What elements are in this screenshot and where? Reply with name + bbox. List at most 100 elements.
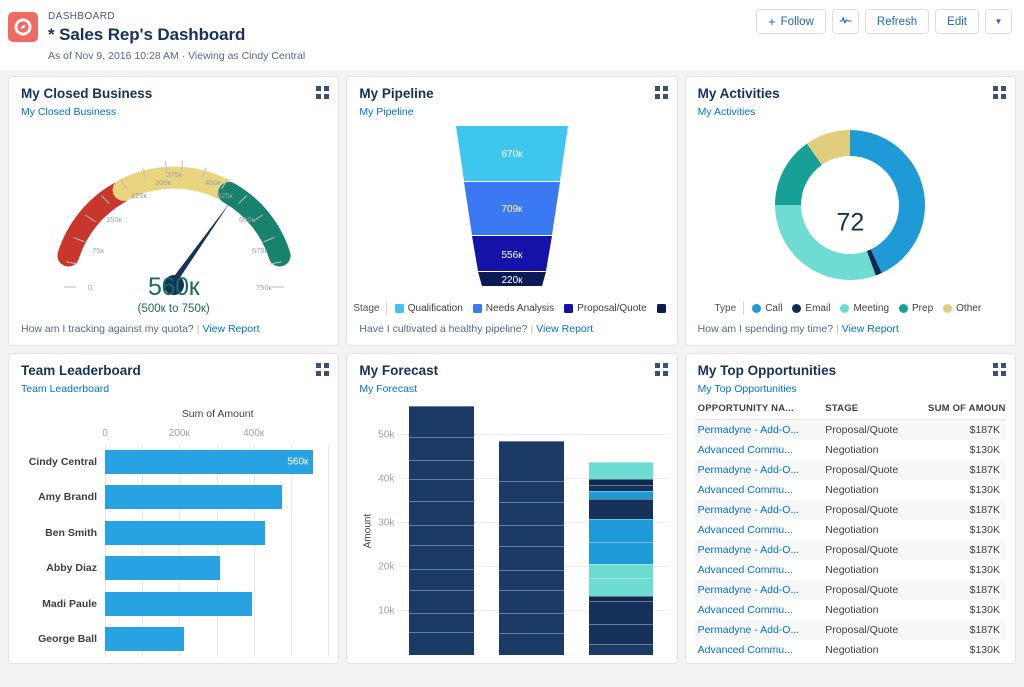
expand-icon[interactable]: [993, 363, 1006, 376]
expand-icon[interactable]: [993, 86, 1006, 99]
column-header-sum-of-amount[interactable]: SUM OF AMOUNT: [925, 398, 1006, 420]
table-row[interactable]: Advanced Commu...Negotiation$130K: [695, 560, 1006, 580]
opportunity-link[interactable]: Advanced Commu...: [698, 444, 793, 456]
view-report-link[interactable]: View Report: [202, 323, 259, 335]
card-subtitle[interactable]: My Activities: [698, 104, 1003, 121]
forecast-bar-segment[interactable]: [589, 596, 654, 601]
opportunities-table-scroll[interactable]: OPPORTUNITY NA... STAGE SUM OF AMOUNT Pe…: [686, 398, 1015, 663]
forecast-bar-segment[interactable]: [409, 437, 474, 460]
leaderboard-bar[interactable]: [105, 485, 282, 509]
leaderboard-bar[interactable]: [105, 592, 252, 616]
table-row[interactable]: Advanced Commu...Negotiation$130K: [695, 640, 1006, 660]
view-report-link[interactable]: View Report: [842, 323, 899, 335]
forecast-bar-segment[interactable]: [409, 406, 474, 436]
forecast-bar-segment[interactable]: [589, 485, 654, 492]
table-row[interactable]: Permadyne - Add-O...Proposal/Quote$187K: [695, 540, 1006, 560]
opportunity-link[interactable]: Permadyne - Add-O...: [698, 584, 800, 596]
forecast-bar-segment[interactable]: [409, 613, 474, 632]
forecast-bar-segment[interactable]: [589, 644, 654, 655]
leaderboard-bar[interactable]: 560к: [105, 450, 313, 474]
more-actions-button[interactable]: ▼: [985, 9, 1012, 34]
card-subtitle[interactable]: My Closed Business: [21, 104, 326, 121]
table-row[interactable]: Permadyne - Add-O...Proposal/Quote$187K: [695, 460, 1006, 480]
forecast-bar-segment[interactable]: [499, 502, 564, 525]
forecast-bar-segment[interactable]: [499, 441, 564, 480]
opportunity-link[interactable]: Advanced Commu...: [698, 484, 793, 496]
forecast-bar-segment[interactable]: [499, 590, 564, 612]
forecast-bar-segment[interactable]: [499, 481, 564, 503]
forecast-bar-segment[interactable]: [499, 525, 564, 546]
edit-button[interactable]: Edit: [935, 9, 979, 34]
table-row[interactable]: Advanced Commu...Negotiation$130K: [695, 520, 1006, 540]
opportunity-link[interactable]: Permadyne - Add-O...: [698, 424, 800, 436]
forecast-bar-segment[interactable]: [589, 499, 654, 519]
forecast-bar-segment[interactable]: [499, 633, 564, 655]
forecast-bar-segment[interactable]: [409, 545, 474, 569]
forecast-bar-segment[interactable]: [409, 632, 474, 655]
forecast-bar-segment[interactable]: [589, 479, 654, 484]
card-subtitle[interactable]: My Pipeline: [359, 104, 664, 121]
table-row[interactable]: Advanced Commu...Negotiation$130K: [695, 440, 1006, 460]
column-header-opportunity-name[interactable]: OPPORTUNITY NA...: [695, 398, 823, 420]
forecast-bar[interactable]: [499, 441, 564, 655]
leaderboard-bar[interactable]: [105, 627, 184, 651]
legend-item-proposal-quote[interactable]: Proposal/Quote: [564, 303, 647, 314]
card-subtitle[interactable]: Team Leaderboard: [21, 381, 326, 398]
opportunity-link[interactable]: Advanced Commu...: [698, 524, 793, 536]
opportunity-link[interactable]: Advanced Commu...: [698, 564, 793, 576]
legend-item-other[interactable]: Other: [943, 303, 981, 314]
legend-item-email[interactable]: Email: [792, 303, 830, 314]
expand-icon[interactable]: [316, 363, 329, 376]
forecast-bar-segment[interactable]: [589, 564, 654, 577]
forecast-bar-segment[interactable]: [589, 491, 654, 499]
card-subtitle[interactable]: My Top Opportunities: [698, 381, 1003, 398]
forecast-bar-segment[interactable]: [409, 501, 474, 524]
view-report-link[interactable]: View Report: [536, 323, 593, 335]
legend-item-prep[interactable]: Prep: [899, 303, 933, 314]
forecast-bar-segment[interactable]: [589, 578, 654, 596]
opportunity-link[interactable]: Permadyne - Add-O...: [698, 544, 800, 556]
legend-item-call[interactable]: Call: [752, 303, 782, 314]
opportunity-link[interactable]: Advanced Commu...: [698, 644, 793, 656]
forecast-bar-segment[interactable]: [499, 546, 564, 569]
forecast-bar-segment[interactable]: [499, 613, 564, 633]
follow-button[interactable]: + Follow: [756, 9, 826, 34]
forecast-bar-segment[interactable]: [409, 460, 474, 480]
legend-item-qualification[interactable]: Qualification: [395, 303, 463, 314]
forecast-bar-segment[interactable]: [589, 542, 654, 564]
table-row[interactable]: Permadyne - Add-O...Proposal/Quote$187K: [695, 580, 1006, 600]
leaderboard-bar[interactable]: [105, 521, 265, 545]
forecast-bar-segment[interactable]: [589, 519, 654, 542]
forecast-bar-segment[interactable]: [589, 601, 654, 624]
expand-icon[interactable]: [655, 86, 668, 99]
forecast-bar-segment[interactable]: [409, 569, 474, 591]
opportunity-link[interactable]: Permadyne - Add-O...: [698, 504, 800, 516]
forecast-bar-segment[interactable]: [499, 570, 564, 591]
opportunity-link[interactable]: Advanced Commu...: [698, 604, 793, 616]
table-row[interactable]: Advanced Commu...Negotiation$130K: [695, 480, 1006, 500]
table-row[interactable]: Permadyne - Add-O...Proposal/Quote$187K: [695, 620, 1006, 640]
legend-item-negotiation[interactable]: [657, 304, 666, 313]
table-row[interactable]: Permadyne - Add-O...Proposal/Quote$187K: [695, 420, 1006, 441]
table-row[interactable]: Permadyne - Add-O...Proposal/Quote$187K: [695, 500, 1006, 520]
opportunity-link[interactable]: Permadyne - Add-O...: [698, 624, 800, 636]
forecast-bar-segment[interactable]: [589, 624, 654, 644]
subscribe-button[interactable]: [832, 9, 859, 34]
forecast-bar-segment[interactable]: [409, 590, 474, 612]
leaderboard-bar[interactable]: [105, 556, 220, 580]
legend-item-meeting[interactable]: Meeting: [840, 303, 889, 314]
opportunity-link[interactable]: Permadyne - Add-O...: [698, 464, 800, 476]
card-subtitle[interactable]: My Forecast: [359, 381, 664, 398]
column-header-stage[interactable]: STAGE: [822, 398, 925, 420]
forecast-bar[interactable]: [589, 437, 654, 655]
refresh-button[interactable]: Refresh: [865, 9, 929, 34]
forecast-bar[interactable]: [409, 406, 474, 655]
cell-sum-of-amount: $187K: [925, 500, 1006, 520]
forecast-bar-segment[interactable]: [409, 479, 474, 501]
forecast-bar-segment[interactable]: [409, 525, 474, 545]
legend-item-needs-analysis[interactable]: Needs Analysis: [473, 303, 554, 314]
expand-icon[interactable]: [655, 363, 668, 376]
table-row[interactable]: Advanced Commu...Negotiation$130K: [695, 600, 1006, 620]
expand-icon[interactable]: [316, 86, 329, 99]
forecast-bar-segment[interactable]: [589, 462, 654, 480]
